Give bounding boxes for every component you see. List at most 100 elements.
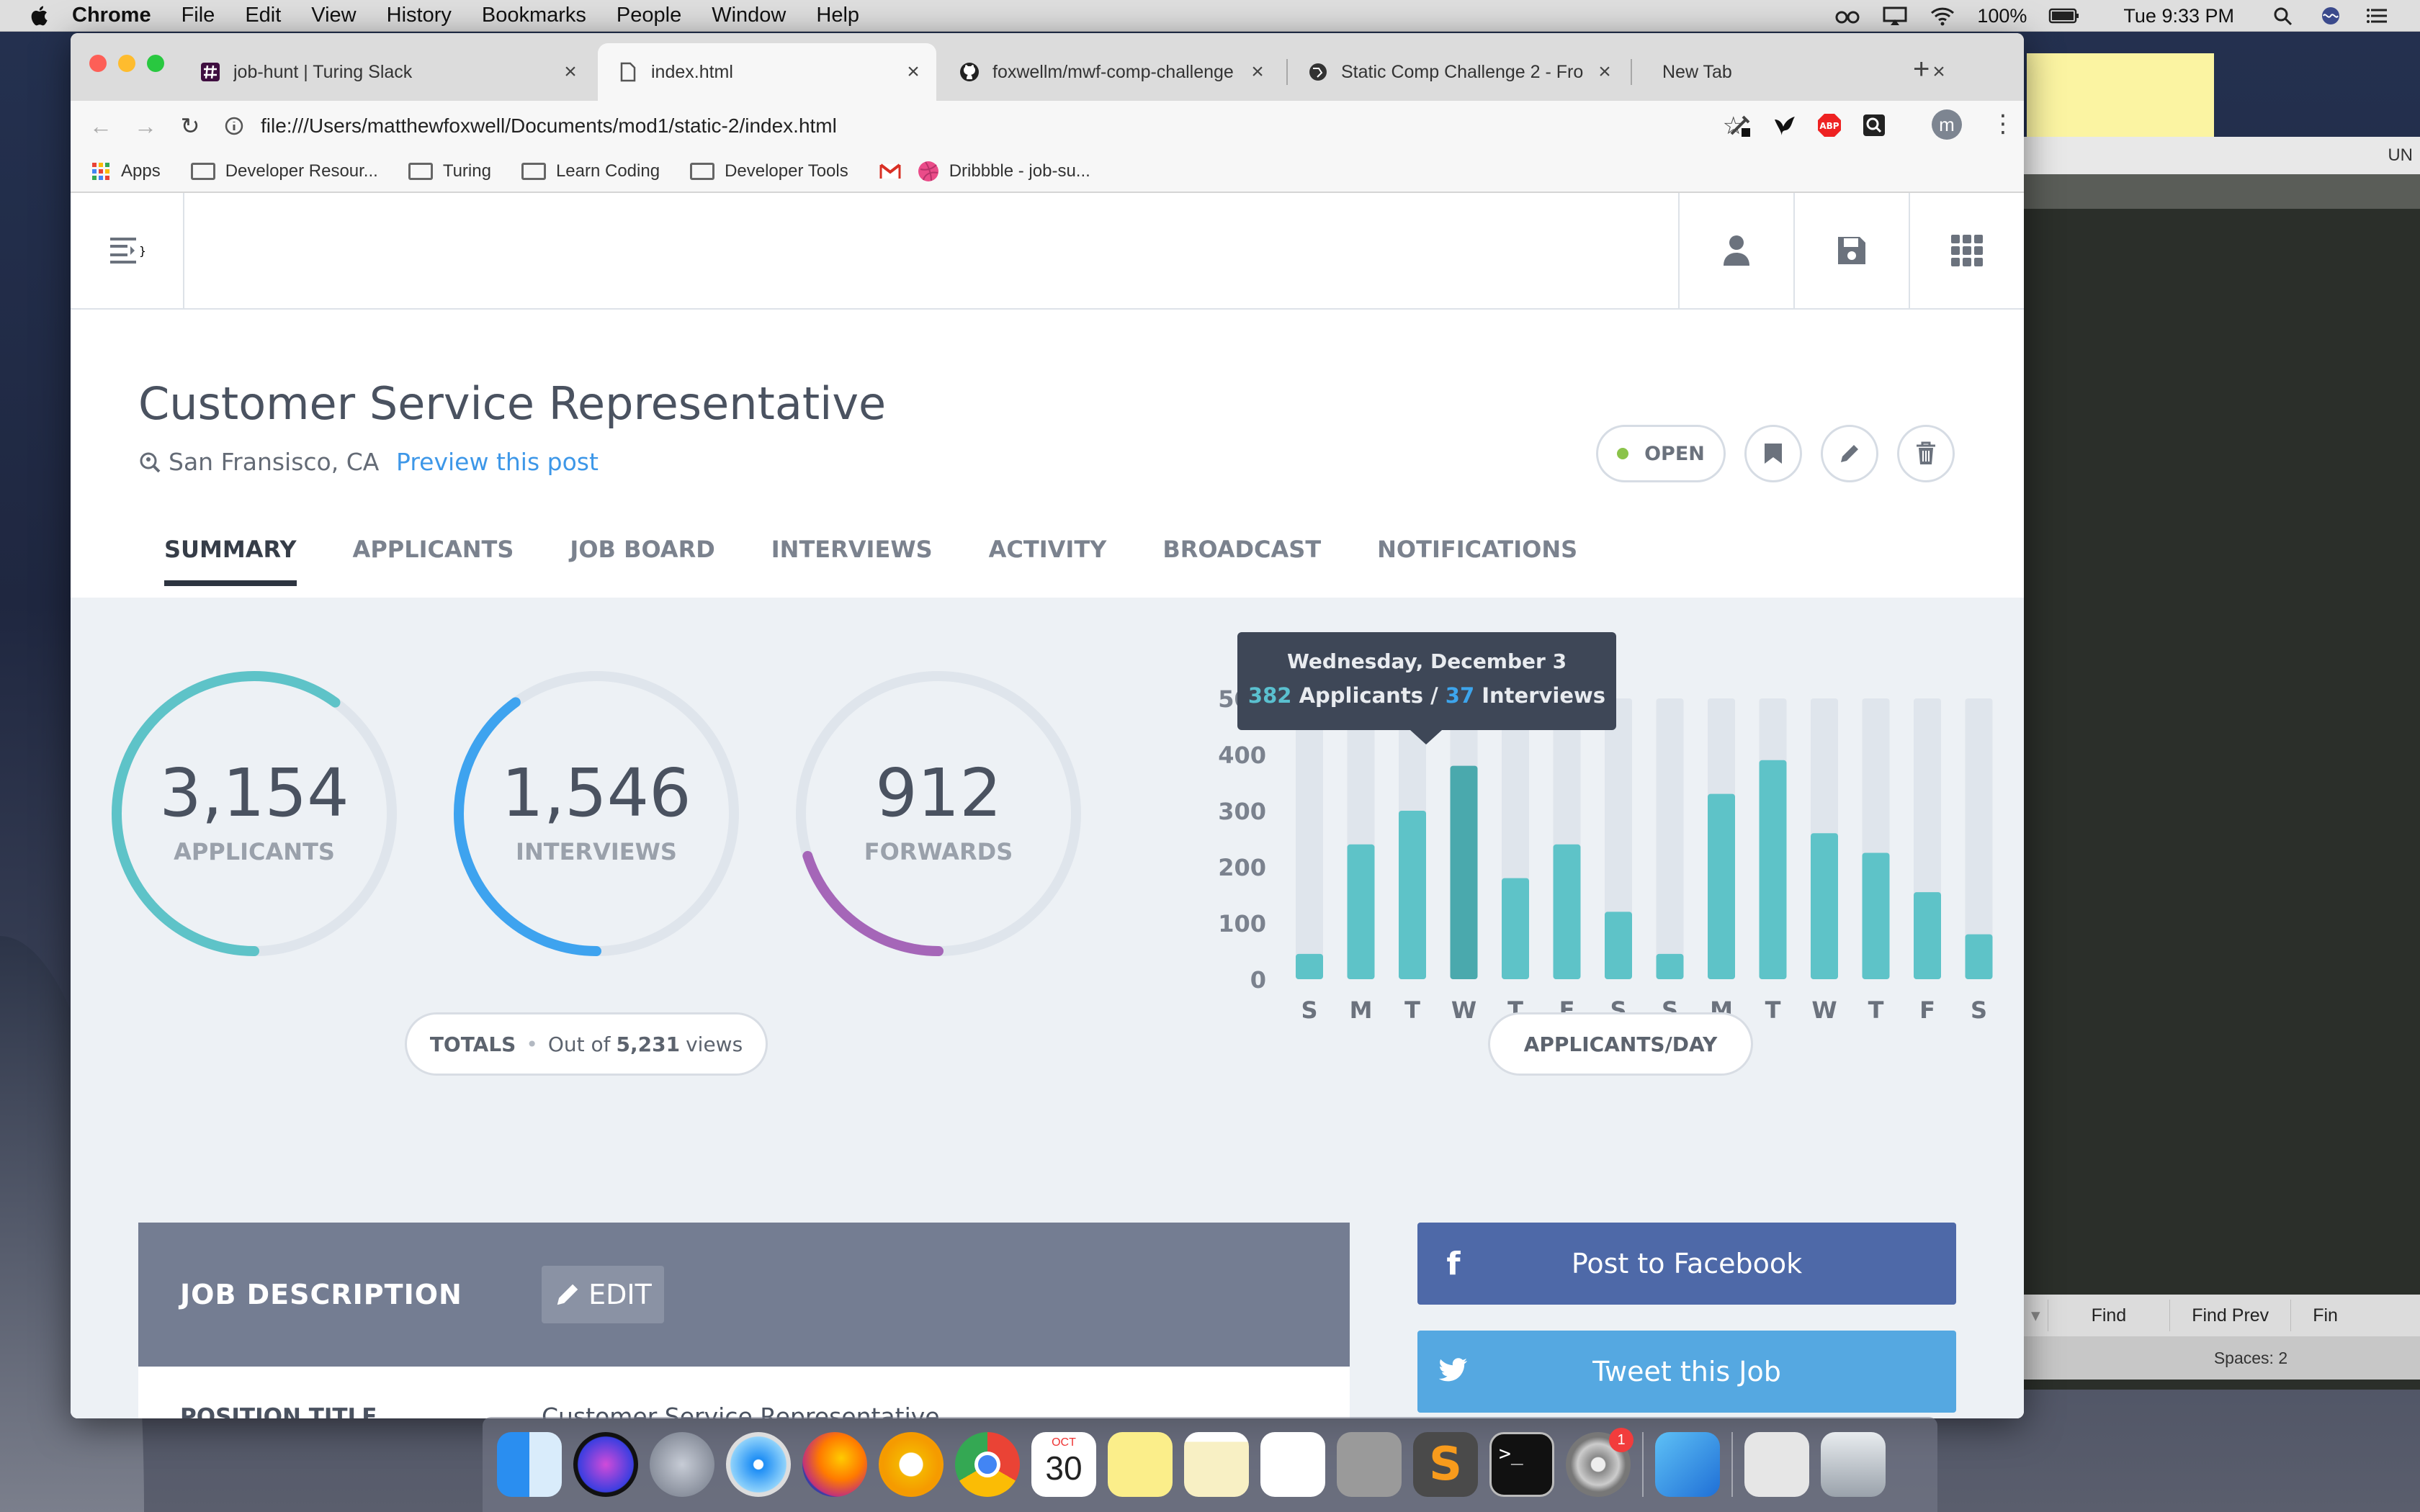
edit-job-button[interactable] xyxy=(1821,425,1878,482)
menu-bookmarks[interactable]: Bookmarks xyxy=(482,4,586,27)
system-preferences-icon[interactable]: 1 xyxy=(1566,1428,1634,1497)
tab-interviews[interactable]: INTERVIEWS xyxy=(771,526,933,598)
find-button[interactable]: Find xyxy=(2047,1300,2170,1331)
color-picker-extension-icon[interactable] xyxy=(1727,112,1753,138)
finder-icon[interactable] xyxy=(497,1432,562,1497)
browser-tab-static-comp[interactable]: Static Comp Challenge 2 - Fro × xyxy=(1288,43,1628,101)
chart-bar[interactable] xyxy=(1347,844,1375,979)
xcode-icon[interactable] xyxy=(1655,1432,1720,1497)
apple-icon[interactable] xyxy=(29,4,52,28)
wifi-icon[interactable] xyxy=(1930,6,1955,26)
close-tab-icon[interactable]: × xyxy=(1247,60,1268,84)
trash-can-icon[interactable] xyxy=(1821,1432,1886,1497)
calendar-icon[interactable]: OCT 30 xyxy=(1031,1432,1096,1497)
sublime-text-icon[interactable]: S xyxy=(1413,1432,1478,1497)
apps-grid-button[interactable] xyxy=(1909,193,2024,308)
reload-icon[interactable]: ↻ xyxy=(176,112,205,140)
google-chrome-icon[interactable] xyxy=(955,1432,1020,1497)
siri-app-icon[interactable] xyxy=(573,1432,638,1497)
chart-bar[interactable] xyxy=(1656,953,1684,979)
bookmark-dribbble[interactable]: Dribbble - job-su... xyxy=(918,161,1090,182)
totals-pill[interactable]: TOTALS • Out of 5,231 views xyxy=(405,1012,768,1076)
position-title-value[interactable]: Customer Service Representative xyxy=(542,1403,940,1418)
tab-applicants[interactable]: APPLICANTS xyxy=(353,526,514,598)
browser-tab-index-active[interactable]: index.html × xyxy=(598,43,936,101)
notes-icon[interactable] xyxy=(1184,1432,1249,1497)
chart-bar[interactable] xyxy=(1296,953,1323,979)
applicants-per-day-pill[interactable]: APPLICANTS/DAY xyxy=(1488,1012,1753,1076)
chrome-menu-icon[interactable]: ⋮ xyxy=(1991,109,2015,138)
post-to-facebook-button[interactable]: f Post to Facebook xyxy=(1417,1223,1956,1305)
chart-bar[interactable] xyxy=(1965,934,1993,979)
profile-button[interactable] xyxy=(1678,193,1793,308)
bird-extension-icon[interactable] xyxy=(1772,112,1798,138)
tweet-job-button[interactable]: Tweet this Job xyxy=(1417,1331,1956,1413)
bookmark-developer-resources[interactable]: Developer Resour... xyxy=(190,161,378,181)
url-text[interactable]: file:///Users/matthewfoxwell/Documents/m… xyxy=(261,114,837,138)
find-prev-button[interactable]: Find Prev xyxy=(2169,1300,2290,1331)
profile-avatar[interactable]: m xyxy=(1932,109,1962,140)
menu-view[interactable]: View xyxy=(311,4,356,27)
inspect-extension-icon[interactable] xyxy=(1861,112,1887,138)
tab-notifications[interactable]: NOTIFICATIONS xyxy=(1377,526,1577,598)
browser-tab-github[interactable]: foxwellm/mwf-comp-challenge × xyxy=(939,43,1281,101)
info-icon[interactable] xyxy=(225,117,243,135)
back-arrow-icon[interactable]: ← xyxy=(86,113,115,140)
bookmark-developer-tools[interactable]: Developer Tools xyxy=(690,161,848,181)
chart-bar[interactable] xyxy=(1914,892,1941,979)
chrome-canary-icon[interactable] xyxy=(879,1432,944,1497)
menu-help[interactable]: Help xyxy=(816,4,859,27)
tab-activity[interactable]: ACTIVITY xyxy=(989,526,1107,598)
chart-bar[interactable] xyxy=(1708,793,1735,979)
bookmark-turing[interactable]: Turing xyxy=(408,161,491,181)
stickies-icon[interactable] xyxy=(1108,1432,1173,1497)
notification-center-icon[interactable] xyxy=(2365,6,2391,26)
address-bar[interactable]: file:///Users/matthewfoxwell/Documents/m… xyxy=(225,107,1756,145)
delete-job-button[interactable] xyxy=(1897,425,1955,482)
status-open-button[interactable]: OPEN xyxy=(1596,425,1726,482)
maximize-window-button[interactable] xyxy=(147,55,164,72)
chart-bar[interactable] xyxy=(1502,878,1529,979)
close-tab-icon[interactable]: × xyxy=(1929,60,1949,84)
safari-icon[interactable] xyxy=(726,1432,791,1497)
bookmark-learn-coding[interactable]: Learn Coding xyxy=(521,161,660,181)
bookmark-job-button[interactable] xyxy=(1744,425,1802,482)
menu-window[interactable]: Window xyxy=(712,4,786,27)
launchpad-icon[interactable] xyxy=(650,1432,714,1497)
reminders-icon[interactable] xyxy=(1260,1432,1325,1497)
new-tab-plus-icon[interactable]: + xyxy=(1913,53,1930,86)
browser-tab-new-tab[interactable]: New Tab × xyxy=(1609,43,1962,101)
edit-description-button[interactable]: EDIT xyxy=(542,1266,664,1323)
siri-icon[interactable] xyxy=(2318,6,2344,26)
menubar-clock[interactable]: Tue 9:33 PM xyxy=(2123,5,2234,27)
chart-bar[interactable] xyxy=(1605,912,1632,979)
chart-bar[interactable] xyxy=(1399,811,1426,979)
bookmark-gmail[interactable] xyxy=(879,163,902,180)
close-tab-icon[interactable]: × xyxy=(903,60,923,84)
tab-broadcast[interactable]: BROADCAST xyxy=(1162,526,1321,598)
calculator-icon[interactable] xyxy=(1337,1432,1402,1497)
glasses-icon[interactable] xyxy=(1834,6,1860,26)
menu-people[interactable]: People xyxy=(617,4,681,27)
chart-bar[interactable] xyxy=(1450,765,1478,979)
adblock-plus-icon[interactable]: ABP xyxy=(1816,112,1842,138)
forward-arrow-icon[interactable]: → xyxy=(131,113,160,140)
tab-job-board[interactable]: JOB BOARD xyxy=(570,526,714,598)
find-next-button[interactable]: Fin xyxy=(2290,1300,2360,1331)
menu-app-name[interactable]: Chrome xyxy=(72,4,151,27)
browser-tab-slack[interactable]: job-hunt | Turing Slack × xyxy=(180,43,593,101)
chart-bar[interactable] xyxy=(1862,852,1890,980)
firefox-icon[interactable] xyxy=(802,1432,867,1497)
editor-indent-status[interactable]: Spaces: 2 xyxy=(2214,1349,2287,1368)
close-window-button[interactable] xyxy=(89,55,107,72)
menu-edit[interactable]: Edit xyxy=(245,4,281,27)
close-tab-icon[interactable]: × xyxy=(560,60,581,84)
sidebar-toggle-button[interactable]: } xyxy=(71,193,184,308)
chart-bar[interactable] xyxy=(1759,760,1787,979)
chart-bar[interactable] xyxy=(1811,833,1838,979)
airplay-icon[interactable] xyxy=(1882,6,1908,26)
bookmark-apps[interactable]: Apps xyxy=(91,161,161,181)
minimize-window-button[interactable] xyxy=(118,55,135,72)
preview-post-link[interactable]: Preview this post xyxy=(396,448,599,476)
menu-history[interactable]: History xyxy=(387,4,452,27)
